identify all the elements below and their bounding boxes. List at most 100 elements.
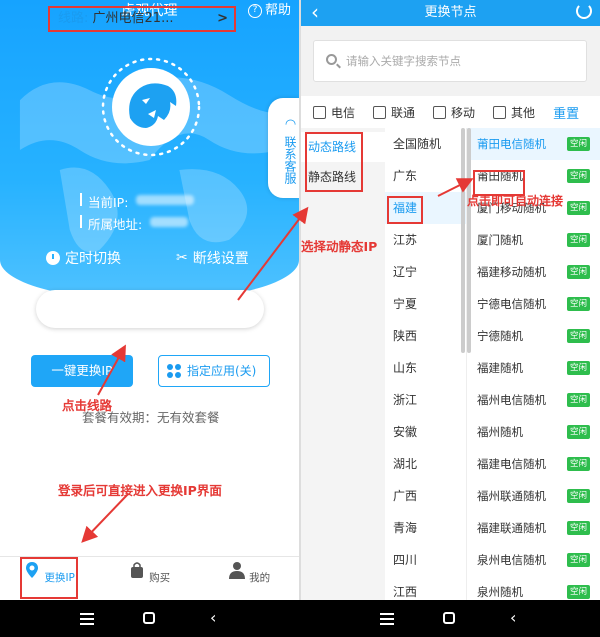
province-scrollbar[interactable] xyxy=(461,128,465,353)
timer-switch-button[interactable]: 定时切换 xyxy=(46,248,121,268)
node-item[interactable]: 福州联通随机 空闲 xyxy=(467,480,600,512)
status-badge: 空闲 xyxy=(566,233,590,247)
filter-unicom-label: 联通 xyxy=(391,105,416,120)
province-item[interactable]: 湖北 xyxy=(385,448,466,480)
filter-unicom[interactable]: 联通 xyxy=(373,104,415,121)
specify-app-button[interactable]: 指定应用(关) xyxy=(158,355,270,387)
province-item[interactable]: 陕西 xyxy=(385,320,466,352)
customer-service-label: 联系客服 xyxy=(283,135,297,184)
tiger-icon xyxy=(129,83,177,128)
help-button[interactable]: ? 帮助 xyxy=(247,0,291,22)
clock-icon xyxy=(46,251,60,265)
node-item[interactable]: 福建移动随机 空闲 xyxy=(467,256,600,288)
province-item[interactable]: 青海 xyxy=(385,512,466,544)
nav-mine-label: 我的 xyxy=(249,572,271,584)
province-item[interactable]: 山东 xyxy=(385,352,466,384)
annotation-click-connect: 点击即可自动连接 xyxy=(467,194,564,208)
node-item[interactable]: 福建随机 空闲 xyxy=(467,352,600,384)
search-icon xyxy=(326,54,337,65)
help-label: 帮助 xyxy=(264,3,291,18)
one-click-change-ip-button[interactable]: 一键更换IP xyxy=(31,355,133,387)
left-screen-home: 虎观代理 ? 帮助 当前IP: 所属地址: 定时切换 ✂ 断线设置 ◠ 联系客服… xyxy=(0,0,299,600)
filter-other[interactable]: 其他 xyxy=(493,104,535,121)
home-icon[interactable] xyxy=(143,612,155,624)
filter-mobile-label: 移动 xyxy=(451,105,476,120)
province-item[interactable]: 宁夏 xyxy=(385,288,466,320)
node-label: 宁德电信随机 xyxy=(477,297,546,311)
disconnect-setting-label: 断线设置 xyxy=(192,251,249,267)
node-item[interactable]: 福州电信随机 空闲 xyxy=(467,384,600,416)
current-ip-value-blurred xyxy=(136,195,195,205)
filter-mobile[interactable]: 移动 xyxy=(433,104,475,121)
status-badge: 空闲 xyxy=(566,169,590,183)
change-node-header: ‹ 更换节点 xyxy=(301,0,600,26)
node-item[interactable]: 宁德电信随机 空闲 xyxy=(467,288,600,320)
specify-app-label: 指定应用(关) xyxy=(187,364,257,378)
customer-service-tab[interactable]: ◠ 联系客服 xyxy=(268,98,299,198)
annotation-select-route: 选择动静态IP xyxy=(301,239,378,254)
tiger-logo xyxy=(112,68,190,146)
headset-icon: ◠ xyxy=(283,116,298,132)
back-icon[interactable]: ‹ xyxy=(311,0,319,24)
menu-icon[interactable] xyxy=(380,613,394,625)
node-item[interactable]: 福建电信随机 空闲 xyxy=(467,448,600,480)
province-item[interactable]: 江西 xyxy=(385,576,466,600)
status-badge: 空闲 xyxy=(566,361,590,375)
node-item[interactable]: 宁德随机 空闲 xyxy=(467,320,600,352)
status-badge: 空闲 xyxy=(566,393,590,407)
user-icon xyxy=(228,562,245,579)
province-item[interactable]: 辽宁 xyxy=(385,256,466,288)
search-placeholder: 请输入关键字搜索节点 xyxy=(346,54,461,68)
status-badge: 空闲 xyxy=(566,265,590,279)
province-item[interactable]: 安徽 xyxy=(385,416,466,448)
screenshot-root: 虎观代理 ? 帮助 当前IP: 所属地址: 定时切换 ✂ 断线设置 ◠ 联系客服… xyxy=(0,0,600,637)
node-label: 福建电信随机 xyxy=(477,457,546,471)
chevron-right-icon: > xyxy=(217,11,228,26)
node-label: 厦门随机 xyxy=(477,233,523,247)
province-item[interactable]: 四川 xyxy=(385,544,466,576)
current-ip-row: 当前IP: xyxy=(80,192,195,211)
filter-telecom-label: 电信 xyxy=(331,105,356,120)
province-item[interactable]: 全国随机 xyxy=(385,128,466,160)
province-item[interactable]: 江苏 xyxy=(385,224,466,256)
node-search-input[interactable]: 请输入关键字搜索节点 xyxy=(313,40,587,82)
filter-other-label: 其他 xyxy=(511,105,536,120)
app-grid-icon xyxy=(167,364,181,378)
change-node-title: 更换节点 xyxy=(424,5,477,20)
node-scrollbar[interactable] xyxy=(467,128,471,353)
status-badge: 空闲 xyxy=(566,553,590,567)
node-item[interactable]: 厦门随机 空闲 xyxy=(467,224,600,256)
node-item[interactable]: 福州随机 空闲 xyxy=(467,416,600,448)
nav-mine[interactable]: 我的 xyxy=(219,561,279,585)
node-item[interactable]: 福建联通随机 空闲 xyxy=(467,512,600,544)
province-item[interactable]: 浙江 xyxy=(385,384,466,416)
home-icon[interactable] xyxy=(443,612,455,624)
checkbox-icon xyxy=(493,105,507,119)
node-item[interactable]: 泉州随机 空闲 xyxy=(467,576,600,600)
reset-button[interactable]: 重置 xyxy=(553,103,579,122)
timer-switch-label: 定时切换 xyxy=(65,251,121,267)
back-icon[interactable]: ‹ xyxy=(210,608,216,627)
scissors-icon: ✂ xyxy=(176,250,188,266)
province-item[interactable]: 广西 xyxy=(385,480,466,512)
checkbox-icon xyxy=(313,105,326,119)
node-item[interactable]: 莆田电信随机 空闲 xyxy=(467,128,600,160)
menu-icon[interactable] xyxy=(80,613,94,625)
node-item[interactable]: 泉州电信随机 空闲 xyxy=(467,544,600,576)
node-label: 福州电信随机 xyxy=(477,393,546,407)
node-label: 福建移动随机 xyxy=(477,265,546,279)
line-label: 线路: xyxy=(58,11,89,26)
refresh-icon[interactable] xyxy=(576,3,592,19)
line-selector[interactable]: 线路: 广州电信21... > xyxy=(48,6,236,32)
status-badge: 空闲 xyxy=(566,137,590,151)
nav-purchase[interactable]: 购买 xyxy=(119,561,179,585)
filter-telecom[interactable]: 电信 xyxy=(313,104,355,121)
node-label: 泉州电信随机 xyxy=(477,553,546,567)
nav-purchase-label: 购买 xyxy=(149,572,171,584)
back-icon[interactable]: ‹ xyxy=(510,608,516,627)
disconnect-setting-button[interactable]: ✂ 断线设置 xyxy=(176,248,249,268)
status-badge: 空闲 xyxy=(566,585,590,599)
province-item[interactable]: 广东 xyxy=(385,160,466,192)
line-selector-card[interactable] xyxy=(36,290,264,328)
node-label: 福建联通随机 xyxy=(477,521,546,535)
